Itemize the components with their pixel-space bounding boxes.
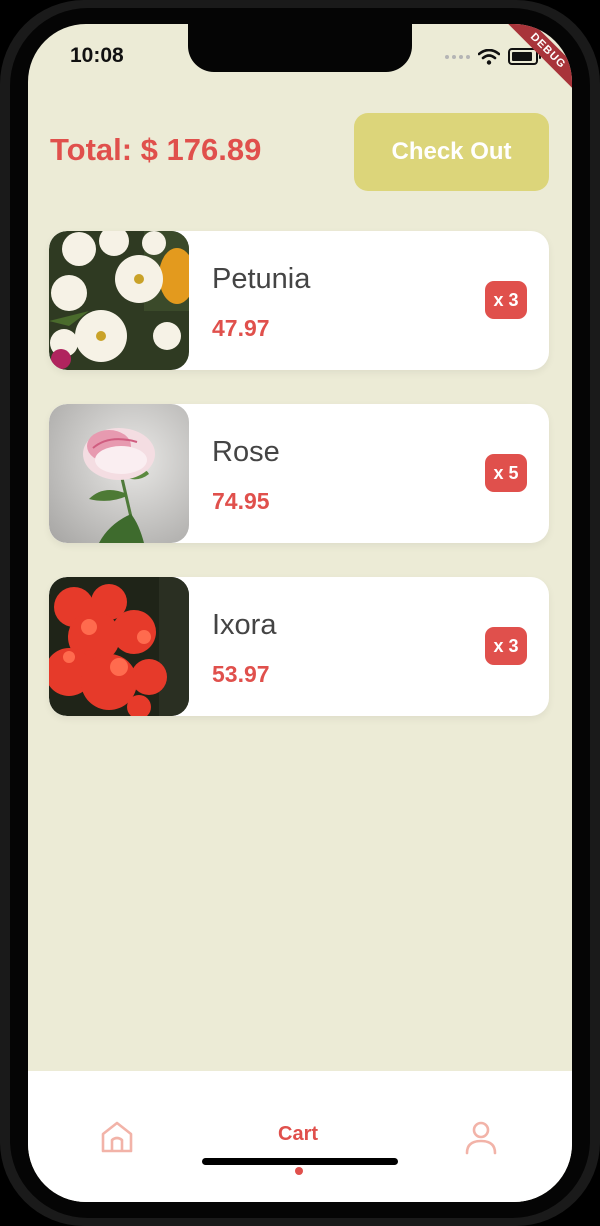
home-indicator: [202, 1158, 398, 1165]
item-name: Rose: [212, 436, 280, 468]
nav-cart-tab[interactable]: Cart: [278, 1123, 318, 1146]
status-icons: [445, 48, 541, 65]
cart-total: Total: $ 176.89: [50, 132, 262, 167]
cart-item[interactable]: Ixora 53.97 x 3: [49, 577, 549, 716]
item-price: 74.95: [212, 488, 270, 514]
wifi-icon: [478, 48, 500, 65]
status-time: 10:08: [70, 44, 124, 67]
quantity-badge: x 5: [485, 454, 527, 492]
item-price: 53.97: [212, 661, 270, 687]
active-tab-indicator: [295, 1167, 303, 1175]
app-screen: 10:08 DEBUG Total: $ 176.89 Check Out Pe…: [28, 24, 572, 1202]
profile-icon[interactable]: [463, 1119, 499, 1155]
quantity-badge: x 3: [485, 281, 527, 319]
bottom-nav: Cart: [28, 1071, 572, 1202]
flower-image: [49, 577, 189, 716]
battery-icon: [508, 48, 541, 65]
item-name: Petunia: [212, 263, 311, 295]
cart-item[interactable]: Petunia 47.97 x 3: [49, 231, 549, 370]
cart-item[interactable]: Rose 74.95 x 5: [49, 404, 549, 543]
signal-icon: [445, 54, 470, 59]
checkout-button[interactable]: Check Out: [354, 113, 549, 191]
home-icon[interactable]: [99, 1119, 135, 1155]
cart-list: Petunia 47.97 x 3 Rose 74.95 x 5 Ixora 5…: [49, 231, 549, 750]
flower-image: [49, 404, 189, 543]
notch: [188, 24, 412, 72]
item-price: 47.97: [212, 315, 270, 341]
quantity-badge: x 3: [485, 627, 527, 665]
flower-image: [49, 231, 189, 370]
item-name: Ixora: [212, 609, 277, 641]
